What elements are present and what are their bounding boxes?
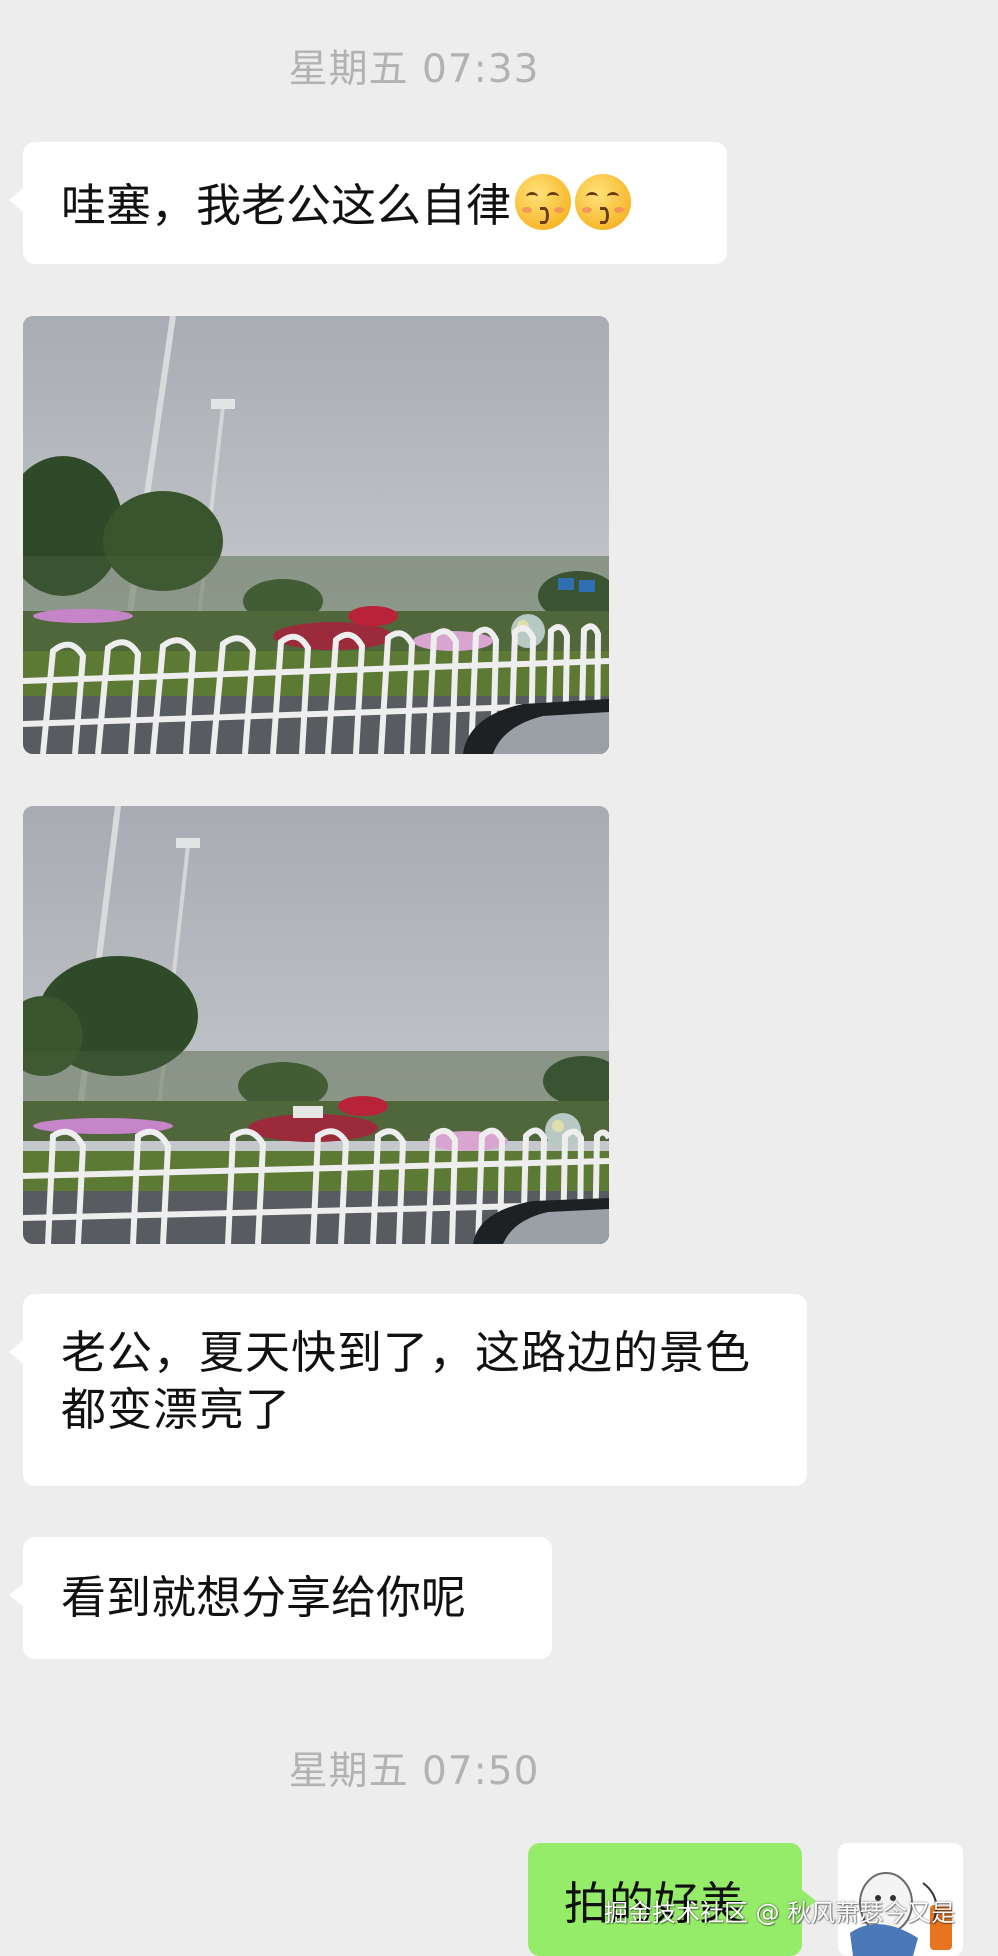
- kissing-face-icon: [575, 174, 632, 230]
- kissing-face-icon: [515, 174, 572, 230]
- timestamp: 星期五 07:50: [288, 1749, 540, 1794]
- photo-message[interactable]: [23, 316, 609, 754]
- timestamp: 星期五 07:33: [288, 47, 540, 92]
- roadside-flower-bed-photo: [23, 316, 609, 754]
- message-bubble[interactable]: 老公，夏天快到了，这路边的景色都变漂亮了: [9, 1294, 807, 1486]
- message-text: 看到就想分享给你呢: [61, 1571, 467, 1624]
- message-bubble[interactable]: 哇塞，我老公这么自律: [9, 142, 727, 264]
- message-bubble[interactable]: 看到就想分享给你呢: [9, 1537, 552, 1659]
- roadside-flower-bed-photo: [23, 806, 609, 1244]
- photo-message[interactable]: [23, 806, 609, 1244]
- message-text: 老公，夏天快到了，这路边的景色都变漂亮了: [61, 1326, 752, 1436]
- watermark: 掘金技术社区 @ 秋风萧瑟今又是: [604, 1899, 956, 1927]
- message-text: 哇塞，我老公这么自律: [61, 179, 512, 232]
